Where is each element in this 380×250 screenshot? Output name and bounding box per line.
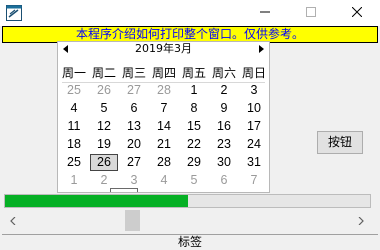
- calendar-day[interactable]: 17: [240, 118, 268, 135]
- calendar-day[interactable]: 16: [210, 118, 238, 135]
- calendar-day[interactable]: 26: [90, 154, 118, 171]
- scroll-thumb[interactable]: [125, 210, 140, 231]
- weekday-label: 周四: [151, 66, 176, 80]
- calendar-day[interactable]: 30: [210, 154, 238, 171]
- calendar-day[interactable]: 22: [180, 136, 208, 153]
- weekday-header: 周一 周二 周三 周四 周五 周六 周日: [58, 64, 269, 82]
- maximize-button[interactable]: [288, 0, 334, 26]
- calendar-day[interactable]: 27: [120, 154, 148, 171]
- calendar-day[interactable]: 8: [180, 100, 208, 117]
- today-marker: [110, 188, 138, 192]
- calendar-day[interactable]: 13: [120, 118, 148, 135]
- calendar-day[interactable]: 14: [150, 118, 178, 135]
- weekday-label: 周六: [211, 66, 236, 80]
- status-label: 标签: [177, 235, 202, 249]
- calendar-day[interactable]: 4: [150, 172, 178, 189]
- calendar-day[interactable]: 24: [240, 136, 268, 153]
- horizontal-scrollbar[interactable]: [4, 208, 369, 233]
- calendar-day[interactable]: 5: [180, 172, 208, 189]
- scroll-track[interactable]: [21, 208, 352, 233]
- next-month-icon[interactable]: [255, 42, 267, 56]
- status-bar: 标签: [2, 234, 378, 250]
- calendar-day[interactable]: 31: [240, 154, 268, 171]
- calendar-day[interactable]: 29: [180, 154, 208, 171]
- weekday-label: 周一: [61, 66, 86, 80]
- weekday-label: 周三: [121, 66, 146, 80]
- calendar-day[interactable]: 6: [120, 100, 148, 117]
- calendar-day[interactable]: 11: [60, 118, 88, 135]
- calendar-day[interactable]: 1: [180, 82, 208, 99]
- month-calendar[interactable]: 2019年3月 周一 周二 周三 周四 周五 周六 周日 25 26 27 28 1 2 3 4 5 6 7 8 9…: [57, 41, 270, 193]
- calendar-day[interactable]: 6: [210, 172, 238, 189]
- calendar-day[interactable]: 26: [90, 82, 118, 99]
- calendar-day[interactable]: 25: [60, 82, 88, 99]
- calendar-day[interactable]: 19: [90, 136, 118, 153]
- weekday-label: 周五: [181, 66, 206, 80]
- weekday-label: 周二: [91, 66, 116, 80]
- calendar-day[interactable]: 3: [120, 172, 148, 189]
- app-window-icon: [6, 5, 22, 21]
- calendar-day[interactable]: 9: [210, 100, 238, 117]
- calendar-day[interactable]: 23: [210, 136, 238, 153]
- calendar-day[interactable]: 5: [90, 100, 118, 117]
- calendar-day[interactable]: 7: [240, 172, 268, 189]
- calendar-day[interactable]: 7: [150, 100, 178, 117]
- minimize-icon: [260, 6, 270, 20]
- calendar-day[interactable]: 28: [150, 82, 178, 99]
- maximize-icon: [306, 6, 316, 20]
- prev-month-icon[interactable]: [60, 42, 72, 56]
- calendar-day[interactable]: 2: [210, 82, 238, 99]
- scroll-left-icon[interactable]: [4, 208, 21, 233]
- calendar-title[interactable]: 2019年3月: [98, 42, 229, 56]
- progress-fill: [5, 195, 188, 207]
- title-bar: [0, 0, 380, 26]
- calendar-header: 2019年3月: [58, 42, 269, 56]
- calendar-day[interactable]: 2: [90, 172, 118, 189]
- calendar-day[interactable]: 15: [180, 118, 208, 135]
- calendar-day[interactable]: 21: [150, 136, 178, 153]
- calendar-day[interactable]: 4: [60, 100, 88, 117]
- calendar-day[interactable]: 25: [60, 154, 88, 171]
- calendar-day[interactable]: 3: [240, 82, 268, 99]
- close-icon: [351, 6, 363, 20]
- close-button[interactable]: [334, 0, 380, 26]
- action-button[interactable]: 按钮: [317, 131, 363, 154]
- calendar-day[interactable]: 27: [120, 82, 148, 99]
- progress-bar: [4, 194, 371, 208]
- scroll-right-icon[interactable]: [352, 208, 369, 233]
- minimize-button[interactable]: [242, 0, 288, 26]
- calendar-day[interactable]: 28: [150, 154, 178, 171]
- calendar-day[interactable]: 12: [90, 118, 118, 135]
- calendar-day[interactable]: 18: [60, 136, 88, 153]
- calendar-day[interactable]: 1: [60, 172, 88, 189]
- calendar-day[interactable]: 20: [120, 136, 148, 153]
- weekday-label: 周日: [241, 66, 266, 80]
- calendar-day[interactable]: 10: [240, 100, 268, 117]
